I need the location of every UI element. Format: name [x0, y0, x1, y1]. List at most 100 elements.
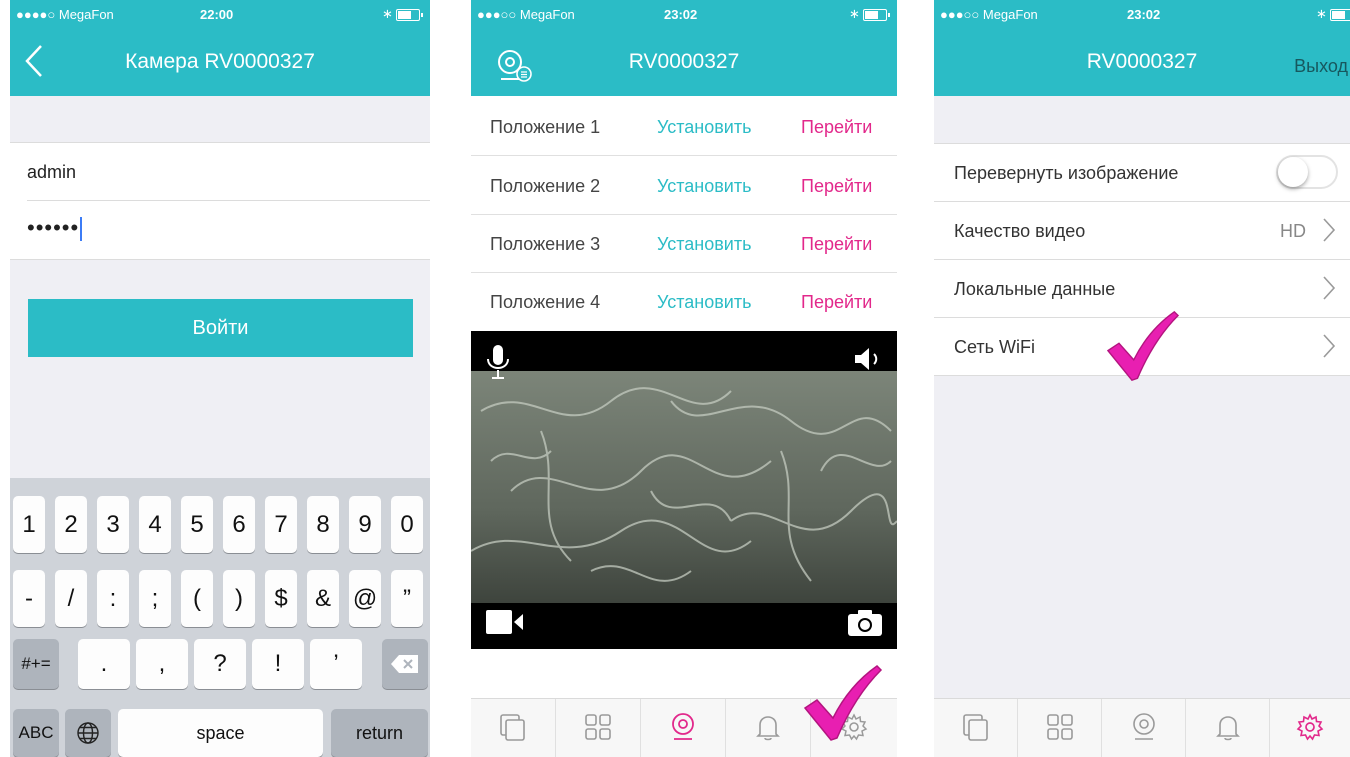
- key[interactable]: 3: [97, 496, 129, 553]
- key[interactable]: 7: [265, 496, 297, 553]
- video-view[interactable]: [471, 331, 897, 649]
- key[interactable]: -: [13, 570, 45, 627]
- key[interactable]: ;: [139, 570, 171, 627]
- bluetooth-icon: ∗: [382, 6, 393, 21]
- divider: [27, 200, 430, 201]
- speaker-icon[interactable]: [853, 345, 883, 378]
- key[interactable]: &: [307, 570, 339, 627]
- grid-icon: [585, 714, 611, 740]
- nav-bar: RV0000327 Выход: [934, 28, 1350, 96]
- tab-pages[interactable]: [471, 699, 556, 757]
- bluetooth-icon: ∗: [1316, 6, 1327, 21]
- key[interactable]: /: [55, 570, 87, 627]
- microphone-icon[interactable]: [485, 343, 511, 386]
- preset-set-button[interactable]: Установить: [657, 234, 751, 255]
- setting-label: Локальные данные: [954, 279, 1116, 299]
- chevron-right-icon: [1323, 334, 1336, 358]
- snapshot-camera-icon[interactable]: [847, 609, 883, 642]
- key[interactable]: ?: [194, 639, 246, 689]
- tab-camera[interactable]: [1102, 699, 1186, 757]
- pages-icon: [500, 714, 525, 741]
- key[interactable]: ,: [136, 639, 188, 689]
- key[interactable]: ): [223, 570, 255, 627]
- camera-icon: [1132, 713, 1155, 740]
- preset-set-button[interactable]: Установить: [657, 176, 751, 197]
- backspace-key[interactable]: [382, 639, 428, 689]
- login-fields: admin ••••••: [10, 143, 430, 259]
- tab-bar: [934, 698, 1350, 757]
- username-field[interactable]: admin: [27, 162, 76, 183]
- tab-settings[interactable]: [1270, 699, 1350, 757]
- key[interactable]: 1: [13, 496, 45, 553]
- camera-feed-image: [471, 371, 897, 603]
- gear-icon: [1296, 713, 1324, 741]
- key[interactable]: $: [265, 570, 297, 627]
- bell-icon: [756, 716, 780, 741]
- live-view-screen: ●●●○○ MegaFon 23:02 ∗ RV0000327 Положени…: [471, 0, 897, 757]
- globe-key[interactable]: [65, 709, 111, 757]
- page-title: Камера RV0000327: [125, 50, 315, 73]
- preset-go-button[interactable]: Перейти: [801, 117, 872, 138]
- password-field[interactable]: ••••••: [27, 215, 83, 242]
- page-title: RV0000327: [1086, 50, 1198, 73]
- login-screen: ●●●●○ MegaFon 22:00 ∗ Камера RV0000327 a…: [10, 0, 430, 757]
- tab-pages[interactable]: [934, 699, 1018, 757]
- key[interactable]: 2: [55, 496, 87, 553]
- preset-row: Положение 2 Установить Перейти: [471, 156, 897, 215]
- video-record-icon[interactable]: [485, 609, 525, 640]
- nav-bar: Камера RV0000327: [10, 28, 430, 96]
- bell-icon: [1215, 716, 1240, 741]
- preset-go-button[interactable]: Перейти: [801, 176, 872, 197]
- nav-bar: RV0000327: [471, 28, 897, 96]
- key[interactable]: 9: [349, 496, 381, 553]
- settings-row-video-quality[interactable]: Качество видео HD: [934, 202, 1350, 260]
- tab-alerts[interactable]: [1186, 699, 1270, 757]
- password-value: ••••••: [27, 215, 80, 240]
- symbols-mode-key[interactable]: #+=: [13, 639, 59, 689]
- key[interactable]: ’: [310, 639, 362, 689]
- key[interactable]: (: [181, 570, 213, 627]
- preset-label: Положение 4: [490, 292, 601, 312]
- clock: 22:00: [200, 7, 234, 22]
- abc-key[interactable]: ABC: [13, 709, 59, 757]
- globe-icon: [77, 722, 99, 744]
- setting-label: Перевернуть изображение: [954, 163, 1179, 183]
- key[interactable]: ”: [391, 570, 423, 627]
- tab-grid[interactable]: [1018, 699, 1102, 757]
- carrier-label: ●●●●○ MegaFon: [16, 7, 114, 22]
- carrier-label: ●●●○○ MegaFon: [477, 7, 575, 22]
- space-key[interactable]: space: [118, 709, 323, 757]
- tab-camera[interactable]: [641, 699, 726, 757]
- preset-go-button[interactable]: Перейти: [801, 292, 872, 313]
- preset-go-button[interactable]: Перейти: [801, 234, 872, 255]
- preset-set-button[interactable]: Установить: [657, 292, 751, 313]
- key[interactable]: 6: [223, 496, 255, 553]
- preset-row: Положение 3 Установить Перейти: [471, 214, 897, 273]
- key[interactable]: 5: [181, 496, 213, 553]
- grid-icon: [1046, 714, 1073, 740]
- toggle-knob: [1278, 157, 1308, 187]
- key[interactable]: 0: [391, 496, 423, 553]
- key[interactable]: !: [252, 639, 304, 689]
- login-button[interactable]: Войти: [28, 299, 413, 357]
- clock: 23:02: [664, 7, 698, 22]
- exit-button[interactable]: Выход: [1294, 56, 1348, 77]
- settings-screen: ●●●○○ MegaFon 23:02 ∗ RV0000327 Выход Пе…: [934, 0, 1350, 757]
- tab-grid[interactable]: [556, 699, 641, 757]
- key[interactable]: @: [349, 570, 381, 627]
- bluetooth-icon: ∗: [849, 6, 860, 21]
- key[interactable]: 8: [307, 496, 339, 553]
- tab-alerts[interactable]: [726, 699, 811, 757]
- return-key[interactable]: return: [331, 709, 428, 757]
- key[interactable]: .: [78, 639, 130, 689]
- status-bar: ●●●○○ MegaFon 23:02 ∗: [471, 0, 897, 28]
- preset-set-button[interactable]: Установить: [657, 117, 751, 138]
- flip-image-toggle[interactable]: [1276, 155, 1338, 189]
- clock: 23:02: [1127, 7, 1161, 22]
- key[interactable]: 4: [139, 496, 171, 553]
- battery-icon: [863, 9, 890, 21]
- preset-label: Положение 2: [490, 176, 601, 196]
- preset-label: Положение 3: [490, 234, 601, 254]
- backspace-icon: [391, 655, 418, 673]
- key[interactable]: :: [97, 570, 129, 627]
